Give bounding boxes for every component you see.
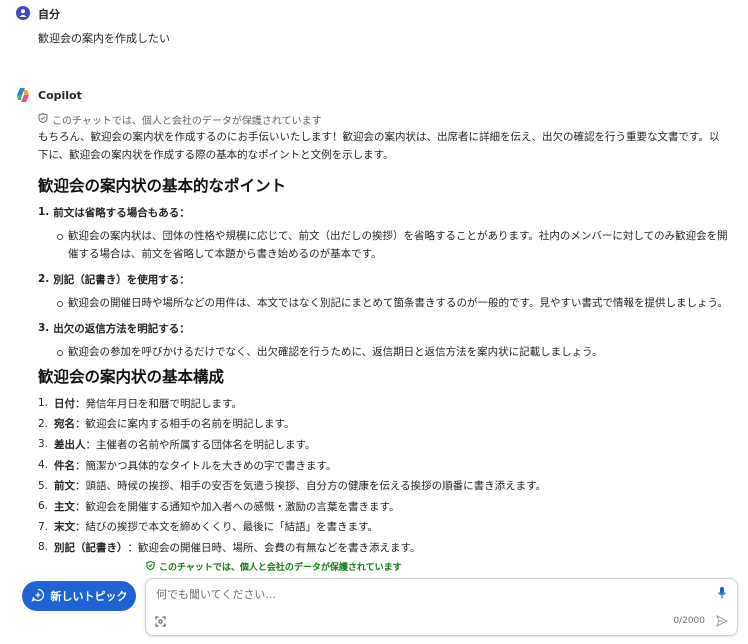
list-item-term: 差出人: [54, 438, 86, 451]
points-list-item: 1. 前文は省略する場合もある：: [38, 202, 738, 222]
microphone-icon[interactable]: [717, 586, 727, 603]
user-name: 自分: [38, 8, 60, 21]
list-item-term: 日付: [54, 397, 75, 410]
list-number: 5.: [38, 479, 49, 492]
section-heading-structure: 歓迎会の案内状の基本構成: [38, 368, 225, 386]
char-counter: 0/2000: [673, 616, 705, 626]
structure-list-item: 7. 末文 ：結びの挨拶で本文を締めくくり、最後に「結語」を書きます。: [38, 517, 738, 538]
list-number: 7.: [38, 520, 49, 533]
list-number: 6.: [38, 500, 49, 513]
list-number: 2.: [38, 417, 49, 430]
list-item-description: ：歓迎会の開催日時、場所、会費の有無などを書き添えます。: [127, 541, 421, 554]
list-item-description: ：頭語、時候の挨拶、相手の安否を気遣う挨拶、自分方の健康を伝える挨拶の順番に書き…: [75, 480, 547, 493]
chat-add-icon: [30, 588, 45, 605]
section-heading-points: 歓迎会の案内状の基本的なポイント: [38, 177, 287, 195]
user-avatar-icon: [16, 6, 30, 20]
send-icon[interactable]: [716, 614, 729, 630]
shield-check-icon: [38, 113, 48, 126]
points-list-item: 3. 出欠の返信方法を明記する：: [38, 318, 738, 338]
list-item-description: ：発信年月日を和暦で明記します。: [75, 397, 242, 410]
user-message: 歓迎会の案内を作成したい: [38, 32, 170, 45]
list-number: 1.: [38, 206, 50, 218]
protection-notice: このチャットでは、個人と会社のデータが保護されています: [146, 560, 402, 573]
list-item-title: 別記（記書き）を使用する：: [53, 273, 190, 286]
list-item-description: ：歓迎会に案内する相手の名前を明記します。: [75, 418, 295, 431]
structure-list-item: 2. 宛名 ：歓迎会に案内する相手の名前を明記します。: [38, 414, 738, 435]
structure-list-item: 3. 差出人 ：主催者の名前や所属する団体名を明記します。: [38, 434, 738, 455]
structure-list-item: 6. 主文 ：歓迎会を開催する通知や加入者への感慨・激励の言葉を書きます。: [38, 496, 738, 517]
list-number: 8.: [38, 541, 49, 554]
image-scan-icon[interactable]: [155, 616, 166, 630]
shield-check-icon: [146, 560, 155, 573]
list-item-title: 出欠の返信方法を明記する：: [53, 322, 190, 335]
protection-notice-text: このチャットでは、個人と会社のデータが保護されています: [159, 563, 402, 573]
list-item-term: 前文: [54, 480, 75, 493]
copilot-logo-icon: [15, 87, 31, 103]
structure-list-item: 1. 日付 ：発信年月日を和暦で明記します。: [38, 393, 738, 414]
list-item-bullet: 歓迎会の開催日時や場所などの用件は、本文ではなく別記にまとめて箇条書きするのが一…: [38, 294, 738, 312]
list-number: 3.: [38, 322, 50, 334]
list-item-bullet: 歓迎会の案内状は、団体の性格や規模に応じて、前文（出だしの挨拶）を省略することが…: [38, 227, 738, 263]
response-intro: もちろん、歓迎会の案内状を作成するのにお手伝いいたします！歓迎会の案内状は、出席…: [38, 131, 720, 161]
points-list: 1. 前文は省略する場合もある： 歓迎会の案内状は、団体の性格や規模に応じて、前文（…: [38, 202, 738, 367]
list-item-bullet: 歓迎会の参加を呼びかけるだけでなく、出欠確認を行うために、返信期日と返信方法を案…: [38, 343, 738, 361]
privacy-note-text: このチャットでは、個人と会社のデータが保護されています: [52, 116, 322, 127]
new-topic-label: 新しいトピック: [50, 591, 128, 603]
list-item-title: 前文は省略する場合もある：: [53, 206, 190, 219]
list-item-term: 別記（記書き）: [54, 541, 128, 554]
chat-composer: 0/2000: [145, 578, 738, 636]
structure-list: 1. 日付 ：発信年月日を和暦で明記します。 2. 宛名 ：歓迎会に案内する相手の名前を明…: [38, 393, 738, 558]
list-item-term: 件名: [54, 459, 75, 472]
copilot-name: Copilot: [38, 89, 82, 102]
list-number: 3.: [38, 438, 49, 451]
list-item-term: 宛名: [54, 418, 75, 431]
list-item-description: ：主催者の名前や所属する団体名を明記します。: [85, 438, 316, 451]
structure-list-item: 4. 件名 ：簡潔かつ具体的なタイトルを大きめの字で書きます。: [38, 455, 738, 476]
list-number: 1.: [38, 397, 49, 410]
list-number: 2.: [38, 273, 50, 285]
list-item-description: ：結びの挨拶で本文を締めくくり、最後に「結語」を書きます。: [75, 521, 379, 534]
new-topic-button[interactable]: 新しいトピック: [22, 581, 136, 611]
privacy-note: このチャットでは、個人と会社のデータが保護されています: [38, 112, 322, 127]
structure-list-item: 5. 前文 ：頭語、時候の挨拶、相手の安否を気遣う挨拶、自分方の健康を伝える挨拶の順…: [38, 475, 738, 496]
list-item-description: ：歓迎会を開催する通知や加入者への感慨・激励の言葉を書きます。: [75, 500, 400, 513]
structure-list-item: 8. 別記（記書き） ：歓迎会の開催日時、場所、会費の有無などを書き添えます。: [38, 537, 738, 558]
points-list-item: 2. 別記（記書き）を使用する：: [38, 269, 738, 289]
list-item-term: 主文: [54, 500, 75, 513]
list-number: 4.: [38, 459, 49, 472]
chat-input[interactable]: [154, 587, 698, 602]
list-item-term: 末文: [54, 521, 75, 534]
list-item-description: ：簡潔かつ具体的なタイトルを大きめの字で書きます。: [75, 459, 337, 472]
